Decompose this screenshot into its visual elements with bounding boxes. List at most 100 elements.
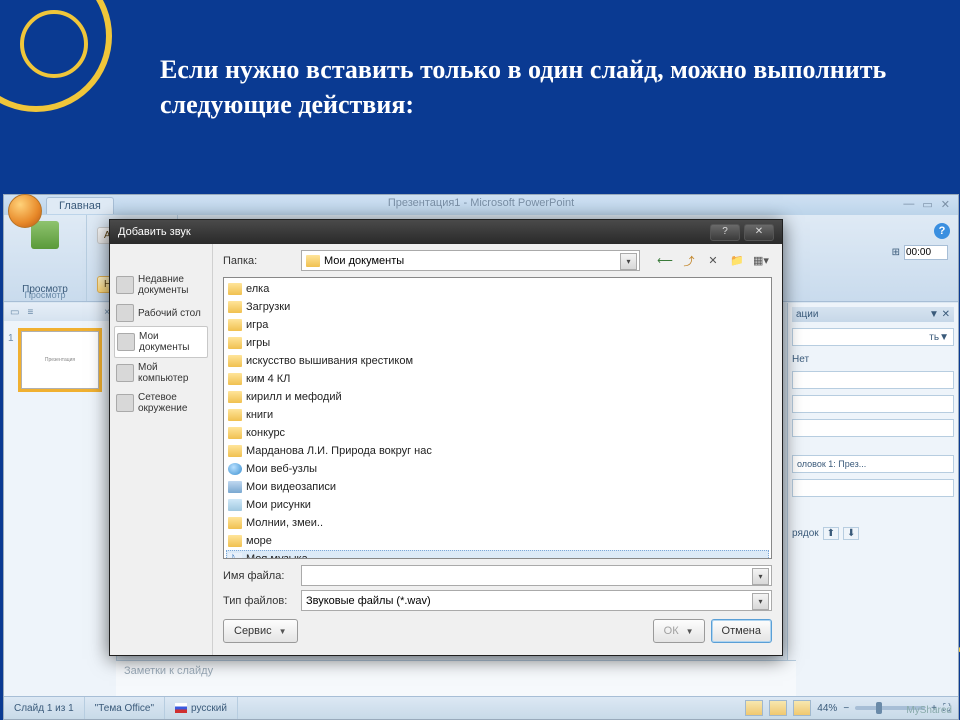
place-item[interactable]: Сетевое окружение	[114, 388, 208, 418]
file-name: Моя музыка	[246, 553, 308, 559]
mus-icon	[228, 553, 242, 559]
dialog-help-button[interactable]: ?	[710, 224, 740, 241]
slides-panel: ▭ ≡ × 1 Презентация	[4, 303, 117, 697]
zoom-out-icon[interactable]: −	[843, 703, 849, 714]
file-item[interactable]: Мои видеозаписи	[226, 478, 769, 496]
task-select-5[interactable]	[792, 479, 954, 497]
place-item[interactable]: Рабочий стол	[114, 300, 208, 326]
chevron-down-icon[interactable]: ▾	[620, 253, 637, 270]
task-select-3[interactable]	[792, 419, 954, 437]
slide-thumbnail[interactable]: Презентация	[21, 331, 99, 389]
group-label: Просмотр	[24, 290, 65, 300]
file-item[interactable]: Молнии, змеи..	[226, 514, 769, 532]
chevron-down-icon[interactable]: ▾	[752, 568, 769, 585]
file-item[interactable]: игры	[226, 334, 769, 352]
task-title: ации	[796, 309, 818, 320]
view-show-icon[interactable]	[793, 700, 811, 716]
folder-value: Мои документы	[324, 255, 404, 267]
place-item[interactable]: Недавние документы	[114, 270, 208, 300]
file-item[interactable]: Загрузки	[226, 298, 769, 316]
slide-number: 1	[8, 333, 14, 344]
place-label: Мои документы	[139, 331, 205, 353]
task-pane: ации▼ ✕ ть ▼ Нет оловок 1: През... рядок…	[787, 303, 958, 697]
status-theme: "Тема Office"	[85, 697, 165, 719]
file-name: Мои видеозаписи	[246, 481, 336, 493]
tab-slides[interactable]: ▭	[10, 307, 19, 318]
filetype-combo[interactable]: Звуковые файлы (*.wav) ▾	[301, 590, 772, 611]
back-icon[interactable]: ⟵	[654, 250, 676, 271]
file-name: елка	[246, 283, 269, 295]
globe-icon	[228, 463, 242, 475]
place-icon	[116, 394, 134, 412]
views-icon[interactable]: ▦▾	[750, 250, 772, 271]
task-dropdown[interactable]: ть ▼	[792, 328, 954, 346]
notes-pane[interactable]: Заметки к слайду	[116, 660, 796, 697]
file-list[interactable]: елка Загрузки игра игры искусство вышивания …	[223, 277, 772, 559]
vid-icon	[228, 481, 242, 493]
folder-icon	[228, 445, 242, 457]
chevron-down-icon[interactable]: ▾	[752, 593, 769, 610]
place-item[interactable]: Мои документы	[114, 326, 208, 358]
view-normal-icon[interactable]	[745, 700, 763, 716]
task-select-4[interactable]: оловок 1: През...	[792, 455, 954, 473]
ok-button[interactable]: ОК▼	[653, 619, 705, 643]
status-language[interactable]: русский	[165, 697, 238, 719]
file-item[interactable]: елка	[226, 280, 769, 298]
reorder-label: рядок	[792, 528, 819, 539]
tools-button[interactable]: Сервис▼	[223, 619, 298, 643]
file-name: книги	[246, 409, 273, 421]
filename-combo[interactable]: ▾	[301, 565, 772, 586]
folder-icon	[228, 355, 242, 367]
office-button[interactable]	[8, 194, 42, 228]
ornament	[20, 10, 88, 78]
file-item[interactable]: книги	[226, 406, 769, 424]
new-folder-icon[interactable]: 📁	[726, 250, 748, 271]
img-icon	[228, 499, 242, 511]
tab-outline[interactable]: ≡	[27, 307, 33, 318]
file-item[interactable]: искусство вышивания крестиком	[226, 352, 769, 370]
place-label: Сетевое окружение	[138, 392, 206, 414]
dialog-close-button[interactable]: ✕	[744, 224, 774, 241]
up-icon[interactable]: ⤴	[678, 250, 700, 271]
dialog-title: Добавить звук	[118, 226, 191, 238]
task-select-1[interactable]	[792, 371, 954, 389]
tab-home[interactable]: Главная	[46, 197, 114, 214]
file-name: кирилл и мефодий	[246, 391, 342, 403]
file-name: игра	[246, 319, 268, 331]
folder-label: Папка:	[223, 255, 293, 267]
task-select-2[interactable]	[792, 395, 954, 413]
folder-icon	[228, 283, 242, 295]
titlebar: 💾 ↶ ↷ ▾ Презентация1 - Microsoft PowerPo…	[4, 195, 958, 215]
slide-title: Если нужно вставить только в один слайд,…	[160, 52, 940, 122]
file-name: Загрузки	[246, 301, 290, 313]
window-title: Презентация1 - Microsoft PowerPoint	[4, 197, 958, 209]
minimize-icon[interactable]: —	[903, 198, 914, 211]
file-item[interactable]: Мои рисунки	[226, 496, 769, 514]
preview-icon[interactable]	[31, 221, 59, 249]
place-icon	[116, 364, 134, 382]
file-item[interactable]: Марданова Л.И. Природа вокруг нас	[226, 442, 769, 460]
move-down-icon[interactable]: ⬇	[843, 527, 859, 540]
file-name: игры	[246, 337, 270, 349]
delete-icon[interactable]: ✕	[702, 250, 724, 271]
file-item[interactable]: Моя музыка	[226, 550, 769, 559]
help-icon[interactable]: ?	[934, 223, 950, 239]
file-item[interactable]: конкурс	[226, 424, 769, 442]
file-item[interactable]: ким 4 КЛ	[226, 370, 769, 388]
place-item[interactable]: Мой компьютер	[114, 358, 208, 388]
move-up-icon[interactable]: ⬆	[823, 527, 839, 540]
file-item[interactable]: море	[226, 532, 769, 550]
dialog-titlebar[interactable]: Добавить звук ? ✕	[110, 220, 782, 244]
close-icon[interactable]: ✕	[941, 198, 950, 211]
cancel-button[interactable]: Отмена	[711, 619, 772, 643]
file-item[interactable]: кирилл и мефодий	[226, 388, 769, 406]
maximize-icon[interactable]: ▭	[922, 198, 932, 211]
folder-combo[interactable]: Мои документы ▾	[301, 250, 640, 271]
folder-icon	[228, 391, 242, 403]
file-item[interactable]: Мои веб-узлы	[226, 460, 769, 478]
insert-sound-dialog: Добавить звук ? ✕ Недавние документыРабо…	[109, 219, 783, 656]
time-input[interactable]	[904, 245, 948, 260]
view-sorter-icon[interactable]	[769, 700, 787, 716]
file-item[interactable]: игра	[226, 316, 769, 334]
places-bar: Недавние документыРабочий стол Мои докуме…	[110, 244, 213, 655]
